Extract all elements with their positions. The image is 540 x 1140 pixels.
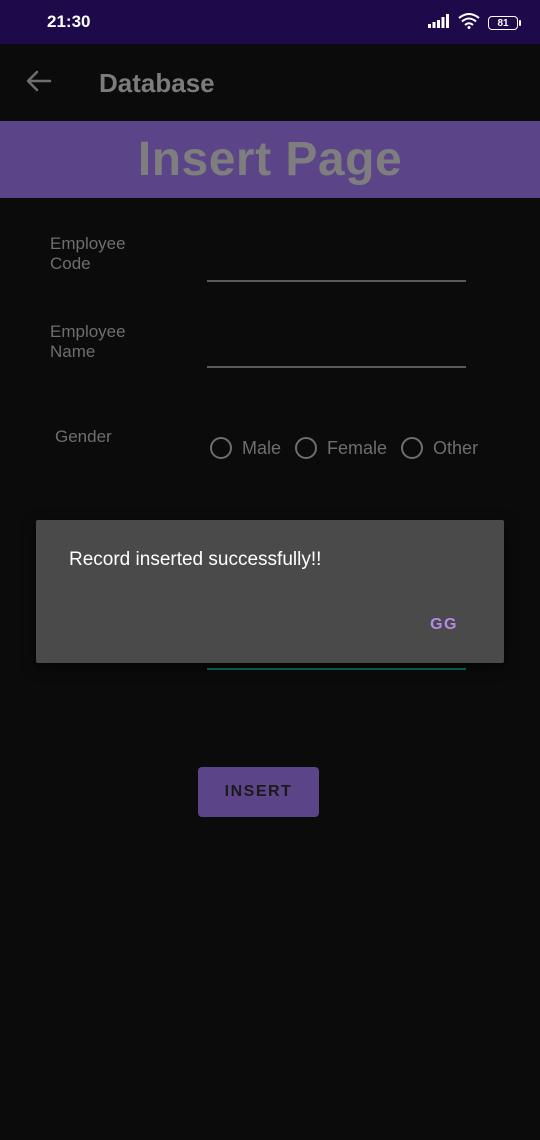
radio-unchecked-icon[interactable]: [295, 437, 318, 459]
gender-option-label: Other: [433, 437, 479, 458]
page-title: Insert Page: [137, 133, 403, 186]
app-title: Database: [99, 68, 215, 98]
dialog-ok-button[interactable]: GG: [430, 616, 458, 634]
back-button[interactable]: [22, 66, 56, 100]
app-bar: Database: [0, 44, 540, 121]
employee-code-underline: [207, 280, 466, 282]
focused-field-underline: [207, 668, 466, 670]
employee-code-label: Employee Code: [50, 234, 126, 273]
wifi-icon: [458, 12, 480, 34]
gender-radio-group: Male Female Other: [210, 437, 492, 459]
employee-code-input[interactable]: [207, 246, 466, 280]
battery-icon: 81: [488, 16, 521, 30]
arrow-left-icon: [26, 70, 52, 97]
gender-option-label: Female: [327, 437, 388, 458]
signal-bars-icon: [428, 13, 450, 33]
employee-name-label: Employee Name: [50, 322, 126, 361]
status-bar: 21:30 81: [0, 0, 540, 44]
gender-option-male[interactable]: Male: [210, 437, 281, 459]
gender-option-female[interactable]: Female: [295, 437, 387, 459]
gender-label: Gender: [55, 427, 112, 446]
page-banner: Insert Page: [0, 121, 540, 198]
radio-unchecked-icon[interactable]: [401, 437, 424, 459]
battery-level: 81: [497, 17, 509, 29]
status-time: 21:30: [47, 12, 91, 31]
gender-option-other[interactable]: Other: [401, 437, 478, 459]
employee-name-underline: [207, 366, 466, 368]
employee-name-input[interactable]: [207, 332, 466, 366]
alert-dialog: Record inserted successfully!! GG: [36, 520, 504, 663]
insert-button[interactable]: INSERT: [198, 767, 319, 817]
dialog-message: Record inserted successfully!!: [69, 549, 322, 570]
radio-unchecked-icon[interactable]: [210, 437, 232, 459]
gender-option-label: Male: [242, 437, 282, 458]
status-icons: 81: [428, 12, 521, 34]
